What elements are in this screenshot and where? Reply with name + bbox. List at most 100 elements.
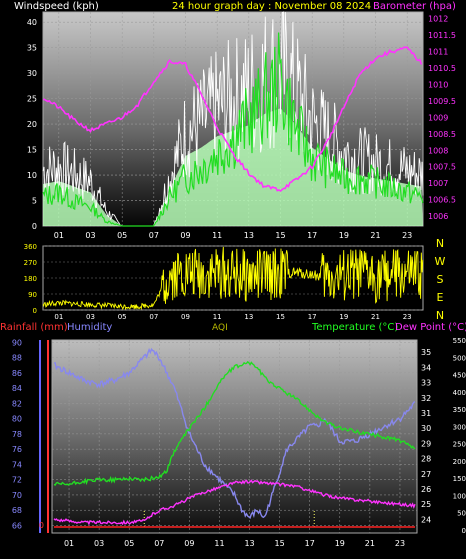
aqi-axis: 0 50 100 150 200 250 300 350 400 450 500 550 bbox=[453, 337, 466, 535]
humidity-tick-label: 90 bbox=[12, 338, 22, 347]
barometer-tick-label: 1007 bbox=[428, 179, 448, 188]
windspeed-tick-label: 30 bbox=[27, 69, 37, 78]
hour-tick-label: 19 bbox=[339, 313, 348, 321]
hour-tick-label: 21 bbox=[365, 539, 375, 548]
hour-tick-label: 03 bbox=[85, 231, 95, 240]
hour-tick-label: 13 bbox=[244, 539, 254, 548]
barometer-tick-label: 1007.5 bbox=[428, 163, 456, 172]
windspeed-tick-label: 20 bbox=[27, 120, 37, 129]
humidity-tick-label: 78 bbox=[12, 430, 22, 439]
aqi-tick-label: 200 bbox=[453, 458, 466, 466]
hour-tick-label: 19 bbox=[339, 231, 349, 240]
hour-tick-label: 23 bbox=[403, 313, 412, 321]
hour-tick-label: 21 bbox=[371, 313, 380, 321]
humidity-axis-title: Humidity bbox=[67, 322, 112, 333]
temperature-tick-label: 24 bbox=[421, 515, 431, 524]
humidity-tick-label: 88 bbox=[12, 354, 22, 363]
hour-tick-label: 09 bbox=[181, 313, 190, 321]
hour-tick-label: 07 bbox=[149, 231, 159, 240]
hour-tick-label: 03 bbox=[94, 539, 104, 548]
hour-tick-label: 17 bbox=[305, 539, 315, 548]
humidity-tick-label: 82 bbox=[12, 399, 22, 408]
temperature-tick-label: 25 bbox=[421, 500, 431, 509]
humidity-tick-label: 84 bbox=[12, 384, 22, 393]
windspeed-tick-label: 0 bbox=[32, 222, 37, 231]
windspeed-tick-label: 40 bbox=[27, 18, 37, 27]
hour-tick-label: 17 bbox=[308, 313, 317, 321]
hour-tick-label: 23 bbox=[395, 539, 405, 548]
barometer-tick-label: 1006.5 bbox=[428, 196, 456, 205]
humidity-tick-label: 86 bbox=[12, 369, 22, 378]
rainfall-tick-label: 0 bbox=[39, 521, 44, 530]
compass-letter: S bbox=[437, 273, 444, 286]
hour-tick-label: 05 bbox=[117, 231, 127, 240]
humidity-tick-label: 68 bbox=[12, 506, 22, 515]
hour-tick-label: 17 bbox=[307, 231, 317, 240]
direction-tick-label: 360 bbox=[24, 243, 37, 251]
direction-tick-label: 180 bbox=[24, 275, 37, 283]
temperature-axis: 24 25 26 27 28 29 30 31 32 33 34 35 bbox=[421, 348, 431, 524]
humidity-tick-label: 70 bbox=[12, 491, 22, 500]
direction-tick-label: 90 bbox=[28, 291, 37, 299]
barometer-tick-label: 1006 bbox=[428, 212, 448, 221]
temperature-tick-label: 35 bbox=[421, 348, 431, 357]
hour-tick-label: 05 bbox=[118, 313, 127, 321]
hour-tick-label: 01 bbox=[54, 231, 64, 240]
direction-left-axis: 0 90 180 270 360 bbox=[24, 243, 37, 315]
top-left-axis: 0 5 10 15 20 25 30 35 40 bbox=[27, 18, 37, 231]
humidity-tick-label: 74 bbox=[12, 460, 22, 469]
compass-letter: W bbox=[435, 255, 446, 268]
temperature-tick-label: 30 bbox=[421, 424, 431, 433]
hour-tick-label: 21 bbox=[370, 231, 380, 240]
direction-tick-label: 0 bbox=[33, 307, 37, 315]
barometer-axis-title: Barometer (hpa) bbox=[373, 1, 456, 12]
aqi-tick-label: 0 bbox=[462, 527, 466, 535]
temperature-tick-label: 26 bbox=[421, 485, 431, 494]
hour-tick-label: 07 bbox=[154, 539, 164, 548]
barometer-tick-label: 1010 bbox=[428, 80, 448, 89]
compass-letter: N bbox=[436, 309, 444, 322]
temperature-tick-label: 32 bbox=[421, 394, 431, 403]
hour-tick-label: 09 bbox=[184, 539, 194, 548]
compass-letter: E bbox=[437, 291, 444, 304]
aqi-tick-label: 350 bbox=[453, 406, 466, 414]
hour-tick-label: 07 bbox=[149, 313, 158, 321]
humidity-axis: 66 68 70 72 74 76 78 80 82 84 86 88 90 bbox=[12, 338, 22, 530]
windspeed-tick-label: 35 bbox=[27, 44, 37, 53]
windspeed-tick-label: 25 bbox=[27, 95, 37, 104]
barometer-tick-label: 1011 bbox=[428, 48, 448, 57]
windspeed-tick-label: 5 bbox=[32, 197, 37, 206]
barometer-tick-label: 1009.5 bbox=[428, 97, 456, 106]
compass-labels: NWSEN bbox=[435, 237, 446, 322]
barometer-tick-label: 1011.5 bbox=[428, 31, 456, 40]
direction-x-axis: 01 03 05 07 09 11 13 15 17 19 21 23 bbox=[54, 313, 411, 321]
dewpoint-axis-title: Dew Point (°C) bbox=[395, 322, 466, 333]
hour-tick-label: 15 bbox=[275, 231, 285, 240]
bottom-plot-background bbox=[51, 339, 418, 534]
bottom-x-axis: 01 03 05 07 09 11 13 15 17 19 21 23 bbox=[64, 539, 405, 548]
humidity-tick-label: 66 bbox=[12, 521, 22, 530]
hour-tick-label: 13 bbox=[244, 231, 254, 240]
temperature-tick-label: 33 bbox=[421, 379, 431, 388]
aqi-tick-label: 150 bbox=[453, 475, 466, 483]
temperature-tick-label: 27 bbox=[421, 470, 431, 479]
windspeed-tick-label: 15 bbox=[27, 146, 37, 155]
aqi-tick-label: 450 bbox=[453, 372, 466, 380]
hour-tick-label: 01 bbox=[64, 539, 74, 548]
hour-tick-label: 05 bbox=[124, 539, 134, 548]
aqi-tick-label: 550 bbox=[453, 337, 466, 345]
temperature-tick-label: 34 bbox=[421, 363, 431, 372]
temperature-tick-label: 31 bbox=[421, 409, 431, 418]
rainfall-axis-title: Rainfall (mm) bbox=[0, 322, 68, 333]
hour-tick-label: 03 bbox=[86, 313, 95, 321]
barometer-tick-label: 1008.5 bbox=[428, 130, 456, 139]
hour-tick-label: 11 bbox=[212, 231, 222, 240]
direction-tick-label: 270 bbox=[24, 259, 37, 267]
temperature-tick-label: 29 bbox=[421, 439, 431, 448]
barometer-tick-label: 1012 bbox=[428, 15, 448, 24]
aqi-tick-label: 250 bbox=[453, 441, 466, 449]
top-right-axis: 1006 1006.5 1007 1007.5 1008 1008.5 1009 1009.5… bbox=[428, 15, 456, 222]
aqi-tick-label: 100 bbox=[453, 492, 466, 500]
humidity-tick-label: 80 bbox=[12, 415, 22, 424]
weather-24h-graph: 0510152025303540 10061006.510071007.5100… bbox=[0, 1, 466, 548]
